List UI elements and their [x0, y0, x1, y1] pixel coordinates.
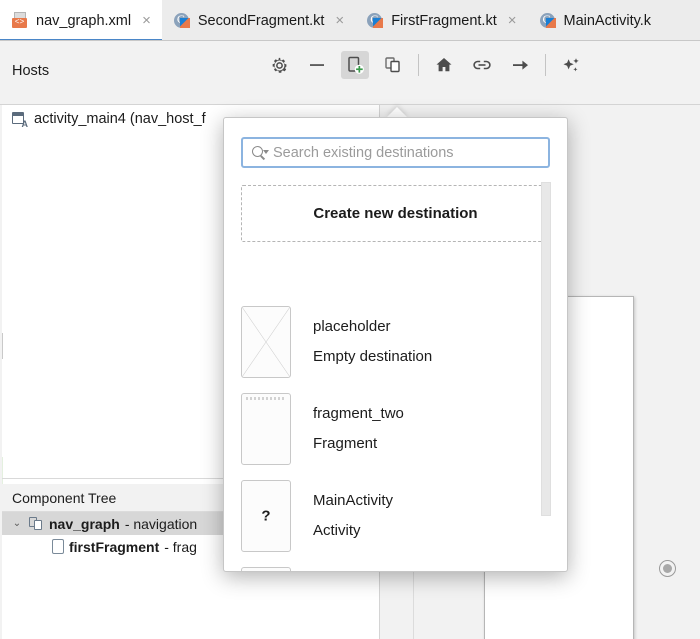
panel-left-edge	[0, 105, 2, 639]
search-box[interactable]	[241, 137, 550, 168]
link-icon	[473, 60, 491, 70]
add-destination-popup: Create new destination placeholder Empty…	[223, 117, 568, 572]
fragment-icon	[52, 539, 64, 554]
start-destination-button[interactable]	[430, 51, 458, 79]
tab-label: FirstFragment.kt	[391, 12, 497, 29]
host-list-item-label: activity_main4 (nav_host_f	[34, 111, 206, 127]
tree-row-name: firstFragment	[69, 538, 160, 555]
destination-text: fragment_two Fragment	[313, 405, 404, 452]
editor-tab-bar: <> nav_graph.xml × SecondFragment.kt × F…	[0, 0, 700, 41]
tab-close-icon[interactable]: ×	[506, 13, 519, 28]
destination-list-item-fragment-two[interactable]: fragment_two Fragment	[241, 385, 550, 472]
destination-subtitle: Fragment	[313, 435, 378, 452]
search-input[interactable]	[273, 144, 539, 161]
destination-subtitle: Activity	[313, 522, 361, 539]
tree-row-type: - navigation	[124, 515, 198, 532]
gear-button[interactable]	[265, 51, 293, 79]
destination-title: fragment_two	[313, 405, 404, 422]
nested-graph-icon	[385, 57, 400, 73]
layout-file-icon: A	[12, 111, 28, 128]
new-deep-link-button[interactable]	[468, 51, 496, 79]
tab-second-fragment-kt[interactable]: SecondFragment.kt ×	[162, 0, 355, 40]
new-destination-button[interactable]	[341, 51, 369, 79]
nav-graph-icon	[29, 516, 44, 531]
nav-editor-window: <> nav_graph.xml × SecondFragment.kt × F…	[0, 0, 700, 639]
action-arrow-icon	[513, 60, 528, 70]
auto-arrange-icon	[563, 57, 579, 71]
xml-file-icon: <>	[12, 12, 29, 29]
destination-text: placeholder Empty destination	[313, 318, 432, 365]
zoom-out-button[interactable]	[303, 51, 331, 79]
node-connection-handle[interactable]	[659, 560, 676, 577]
purple-bar-thumbnail-icon	[241, 566, 291, 571]
gear-icon	[272, 57, 287, 73]
tab-label: MainActivity.k	[563, 12, 652, 29]
crossed-box-thumbnail-icon	[241, 305, 291, 378]
toolbar-button-group	[260, 51, 590, 79]
tab-close-icon[interactable]: ×	[333, 13, 346, 28]
hosts-panel-title: Hosts	[12, 63, 50, 79]
fragment-thumbnail-icon	[241, 392, 291, 465]
kotlin-file-icon	[367, 12, 384, 29]
destination-list-item-activity-main[interactable]: activity_main	[241, 559, 550, 571]
new-action-button[interactable]	[506, 51, 534, 79]
kotlin-file-icon	[173, 12, 191, 29]
search-row	[224, 118, 567, 168]
destination-list-item-main-activity[interactable]: ? MainActivity Activity	[241, 472, 550, 559]
tab-close-icon[interactable]: ×	[140, 13, 153, 28]
destination-list-item-placeholder[interactable]: placeholder Empty destination	[241, 298, 550, 385]
tree-row-name: nav_graph	[49, 515, 120, 532]
destination-title: placeholder	[313, 318, 391, 335]
destination-subtitle: Empty destination	[313, 348, 433, 365]
home-icon	[436, 58, 452, 72]
auto-arrange-button[interactable]	[557, 51, 585, 79]
tab-first-fragment-kt[interactable]: FirstFragment.kt ×	[355, 0, 527, 40]
destination-text: MainActivity Activity	[313, 492, 393, 539]
chevron-down-icon[interactable]: ⌄	[10, 518, 24, 529]
toolbar-separator	[545, 54, 546, 76]
nav-editor-toolbar: Hosts	[0, 41, 700, 105]
new-nested-graph-button[interactable]	[379, 51, 407, 79]
tab-label: nav_graph.xml	[36, 12, 132, 29]
create-new-destination-button[interactable]: Create new destination	[241, 185, 550, 242]
tab-nav-graph-xml[interactable]: <> nav_graph.xml ×	[0, 0, 162, 40]
tree-row-type: - frag	[164, 538, 197, 555]
destination-list[interactable]: placeholder Empty destination fragment_t…	[224, 298, 567, 571]
question-mark-thumbnail-icon: ?	[241, 479, 291, 552]
destination-title: MainActivity	[313, 492, 394, 509]
destination-list-scrollbar[interactable]	[541, 182, 551, 516]
search-icon	[252, 145, 269, 160]
toolbar-separator	[418, 54, 419, 76]
minus-icon	[310, 64, 324, 66]
tab-main-activity-kt[interactable]: MainActivity.k	[528, 0, 661, 40]
new-destination-icon	[348, 56, 364, 74]
tab-label: SecondFragment.kt	[197, 12, 325, 29]
kotlin-file-icon	[539, 12, 557, 29]
